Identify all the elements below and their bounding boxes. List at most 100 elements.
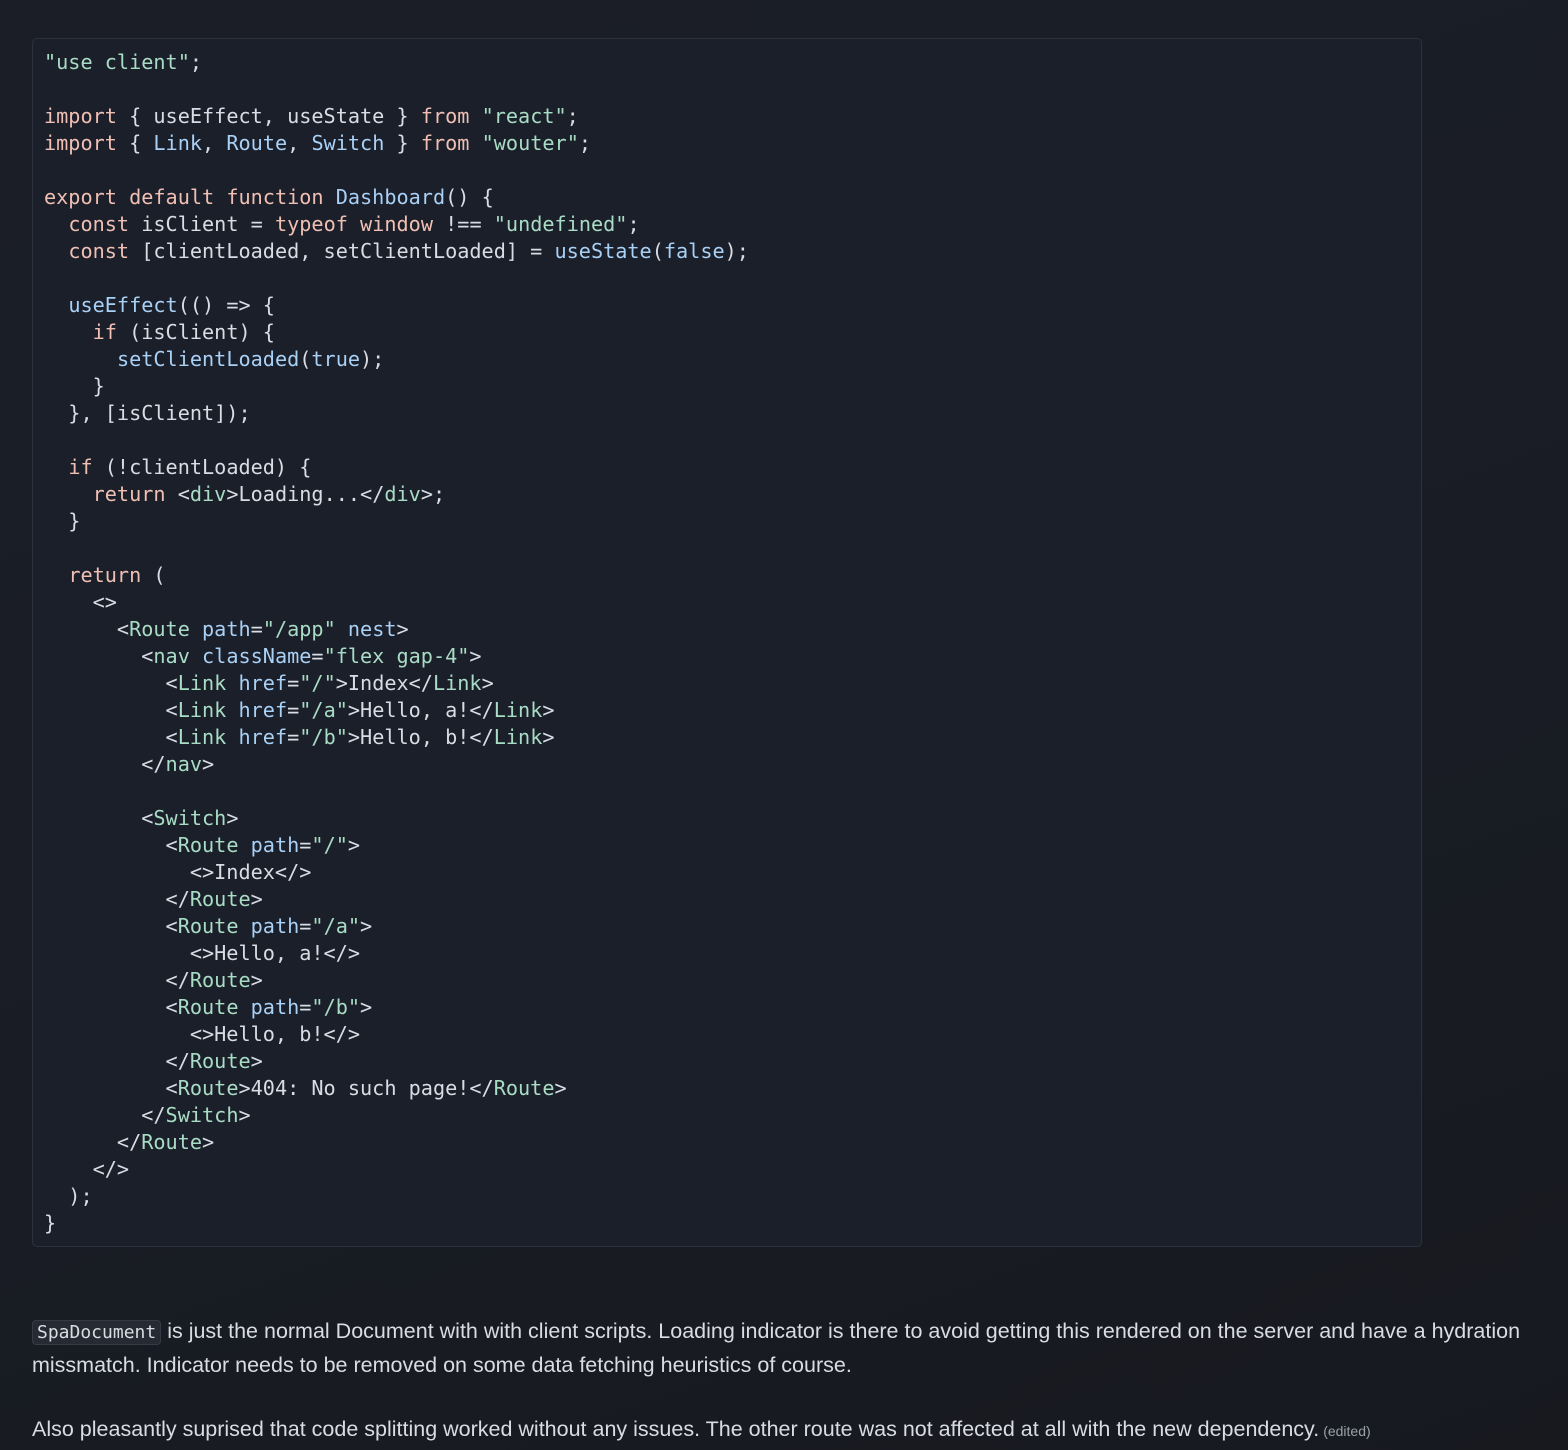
code-token: }, [isClient]); (44, 401, 251, 425)
code-line: return ( (44, 562, 1421, 589)
code-token: Link (177, 725, 227, 749)
code-token: } (44, 1211, 57, 1235)
code-token: , (287, 131, 312, 155)
code-line: <Route>404: No such page!</Route> (44, 1075, 1421, 1102)
code-token: [clientLoaded, setClientLoaded] = (129, 239, 555, 263)
code-token: < (44, 725, 178, 749)
code-token: </ (44, 887, 190, 911)
code-line: <>Index</> (44, 859, 1421, 886)
code-token: ; (578, 131, 592, 155)
code-token: = (299, 995, 312, 1019)
code-token: Route (129, 617, 190, 641)
code-line: }, [isClient]); (44, 400, 1421, 427)
code-token: Link (432, 671, 482, 695)
code-line: <Link href="/a">Hello, a!</Link> (44, 697, 1421, 724)
code-token: > (396, 617, 409, 641)
code-token: Route (189, 968, 251, 992)
code-token: > (238, 1103, 251, 1127)
code-line: useEffect(() => { (44, 292, 1421, 319)
code-token: useEffect (68, 293, 178, 317)
code-token: Route (189, 1049, 251, 1073)
code-line: <> (44, 589, 1421, 616)
code-token: const (68, 239, 130, 263)
code-line: <Route path="/a"> (44, 913, 1421, 940)
code-token: ); (360, 347, 385, 371)
code-token: </ (44, 1103, 166, 1127)
code-token: < (165, 482, 190, 506)
code-token: Route (493, 1076, 555, 1100)
code-line: import { useEffect, useState } from "rea… (44, 103, 1421, 130)
code-token: "/b" (299, 725, 348, 749)
code-token: > (542, 725, 555, 749)
code-token: > (250, 1049, 263, 1073)
code-token: path (202, 617, 251, 641)
code-token: >; (420, 482, 446, 506)
code-line: if (isClient) { (44, 319, 1421, 346)
code-token: Link (177, 698, 227, 722)
code-token: < (44, 644, 154, 668)
code-token: div (384, 482, 421, 506)
code-token: <> (44, 590, 117, 614)
code-line: <Link href="/b">Hello, b!</Link> (44, 724, 1421, 751)
code-token: path (250, 995, 300, 1019)
code-line: </Route> (44, 967, 1421, 994)
code-token: "/b" (311, 995, 361, 1019)
code-line: <Route path="/app" nest> (44, 616, 1421, 643)
code-token: > (202, 752, 215, 776)
code-token: < (44, 671, 178, 695)
code-token: "/" (299, 671, 336, 695)
code-line: } (44, 373, 1421, 400)
code-token: (isClient) { (116, 320, 275, 344)
code-token: <>Hello, b!</> (44, 1022, 361, 1046)
code-token: true (311, 347, 361, 371)
code-token: = (250, 617, 263, 641)
code-token: () { (445, 185, 494, 209)
code-token: > (360, 995, 373, 1019)
code-token: path (250, 833, 300, 857)
message-paragraph-1: SpaDocument is just the normal Document … (32, 1315, 1542, 1382)
message-paragraph-2: Also pleasantly suprised that code split… (32, 1413, 1542, 1448)
code-token: < (44, 914, 178, 938)
code-token: > (347, 833, 361, 857)
code-token: Dashboard (335, 185, 446, 209)
code-token: </ (44, 968, 190, 992)
code-token: Route (226, 131, 288, 155)
code-line: </> (44, 1156, 1421, 1183)
code-token: Link (493, 725, 543, 749)
code-token: (!clientLoaded) { (92, 455, 312, 479)
code-token: </ (44, 1130, 142, 1154)
code-token: Route (177, 914, 239, 938)
code-token: ; (627, 212, 640, 236)
code-token: <>Index</> (44, 860, 312, 884)
code-line: "use client"; (44, 49, 1421, 76)
code-token: > (202, 1130, 215, 1154)
edited-label[interactable]: (edited) (1323, 1423, 1370, 1439)
code-token: </ (44, 1049, 190, 1073)
code-line: const [clientLoaded, setClientLoaded] = … (44, 238, 1421, 265)
code-token: isClient = (129, 212, 275, 236)
code-token: Link (153, 131, 203, 155)
code-token: href (238, 725, 288, 749)
code-token: Switch (153, 806, 227, 830)
code-token: < (44, 806, 154, 830)
code-token: ( (141, 563, 166, 587)
code-token: export (44, 185, 117, 209)
code-token: return (68, 563, 142, 587)
code-token: default (129, 185, 215, 209)
code-token: function (226, 185, 324, 209)
code-token: </> (44, 1157, 130, 1181)
code-token: > (250, 887, 263, 911)
code-token: > (226, 806, 239, 830)
code-token: const (68, 212, 130, 236)
code-token: = (287, 698, 300, 722)
code-line: </Route> (44, 1048, 1421, 1075)
code-token: "wouter" (481, 131, 579, 155)
